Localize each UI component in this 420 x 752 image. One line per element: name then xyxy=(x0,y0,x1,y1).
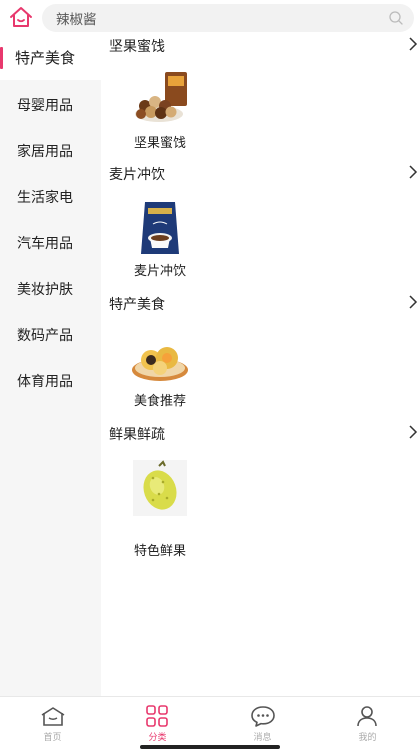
tab-label: 我的 xyxy=(358,733,377,743)
product-tile[interactable]: 坚果蜜饯 xyxy=(115,70,205,151)
sidebar-item-beauty[interactable]: 美妆护肤 xyxy=(0,268,101,312)
search-input[interactable] xyxy=(56,4,376,32)
section-title: 鲜果鲜疏 xyxy=(109,427,165,443)
chat-bubble-icon xyxy=(251,706,275,727)
product-label: 麦片冲饮 xyxy=(133,264,186,279)
sidebar-item-digital[interactable]: 数码产品 xyxy=(0,314,101,358)
search-bar[interactable] xyxy=(42,4,414,32)
section-local-food: 特产美食 美食推荐 xyxy=(101,294,420,424)
category-sidebar: 特产美食 母婴用品 家居用品 生活家电 汽车用品 美妆护肤 数码产品 体育用品 xyxy=(0,36,101,696)
sidebar-item-home[interactable]: 家居用品 xyxy=(0,130,101,174)
sidebar-item-label: 汽车用品 xyxy=(17,236,73,252)
sidebar-item-local-food[interactable]: 特产美食 xyxy=(0,36,101,80)
home-tab-icon xyxy=(41,707,65,726)
sidebar-item-label: 生活家电 xyxy=(17,190,73,206)
bottom-tab-bar: 首页 分类 消息 我的 xyxy=(0,696,420,752)
product-tile[interactable]: 美食推荐 xyxy=(115,328,205,409)
tab-home[interactable]: 首页 xyxy=(0,697,105,745)
sidebar-item-label: 母婴用品 xyxy=(17,98,73,114)
section-nuts: 坚果蜜饯 坚果蜜饯 xyxy=(101,36,420,166)
section-title: 特产美食 xyxy=(109,297,165,313)
sidebar-item-label: 数码产品 xyxy=(17,328,73,344)
tab-label: 首页 xyxy=(43,733,62,743)
macadamia-nuts-image xyxy=(135,72,187,122)
product-tile[interactable]: 特色鲜果 xyxy=(115,458,205,559)
section-title: 麦片冲饮 xyxy=(109,167,165,183)
product-label: 坚果蜜饯 xyxy=(133,136,186,151)
header xyxy=(0,0,420,36)
sidebar-item-sports[interactable]: 体育用品 xyxy=(0,360,101,404)
chevron-right-icon[interactable] xyxy=(408,164,418,180)
person-icon xyxy=(357,706,377,727)
coffee-package-image xyxy=(141,202,179,254)
search-icon[interactable] xyxy=(388,10,404,26)
category-content: 坚果蜜饯 坚果蜜饯 麦片冲饮 麦片冲饮 特产美食 美食推荐 鲜果鲜疏 特色鲜果 xyxy=(101,36,420,696)
sidebar-item-label: 家居用品 xyxy=(17,144,73,160)
home-icon xyxy=(10,7,32,27)
product-label: 美食推荐 xyxy=(133,394,186,409)
chevron-right-icon[interactable] xyxy=(408,294,418,310)
chevron-right-icon[interactable] xyxy=(408,424,418,440)
category-grid-icon xyxy=(146,705,168,727)
pastry-plate-image xyxy=(132,347,188,381)
product-label: 特色鲜果 xyxy=(133,544,186,559)
tab-profile[interactable]: 我的 xyxy=(315,697,420,745)
chevron-right-icon[interactable] xyxy=(408,36,418,52)
home-button[interactable] xyxy=(8,5,34,29)
section-title: 坚果蜜饯 xyxy=(109,39,165,55)
sidebar-item-baby[interactable]: 母婴用品 xyxy=(0,84,101,128)
section-cereal-drinks: 麦片冲饮 麦片冲饮 xyxy=(101,164,420,294)
sidebar-item-appliances[interactable]: 生活家电 xyxy=(0,176,101,220)
product-tile[interactable]: 麦片冲饮 xyxy=(115,198,205,279)
active-indicator xyxy=(0,47,3,69)
sidebar-item-label: 特产美食 xyxy=(15,49,76,67)
tab-category[interactable]: 分类 xyxy=(105,697,210,745)
section-fresh-produce: 鲜果鲜疏 特色鲜果 xyxy=(101,424,420,559)
durian-image xyxy=(133,460,187,516)
sidebar-item-label: 美妆护肤 xyxy=(17,282,73,298)
sidebar-item-auto[interactable]: 汽车用品 xyxy=(0,222,101,266)
tab-messages[interactable]: 消息 xyxy=(210,697,315,745)
home-indicator xyxy=(140,745,280,749)
tab-label: 分类 xyxy=(148,733,167,743)
tab-label: 消息 xyxy=(253,733,272,743)
sidebar-item-label: 体育用品 xyxy=(17,374,73,390)
